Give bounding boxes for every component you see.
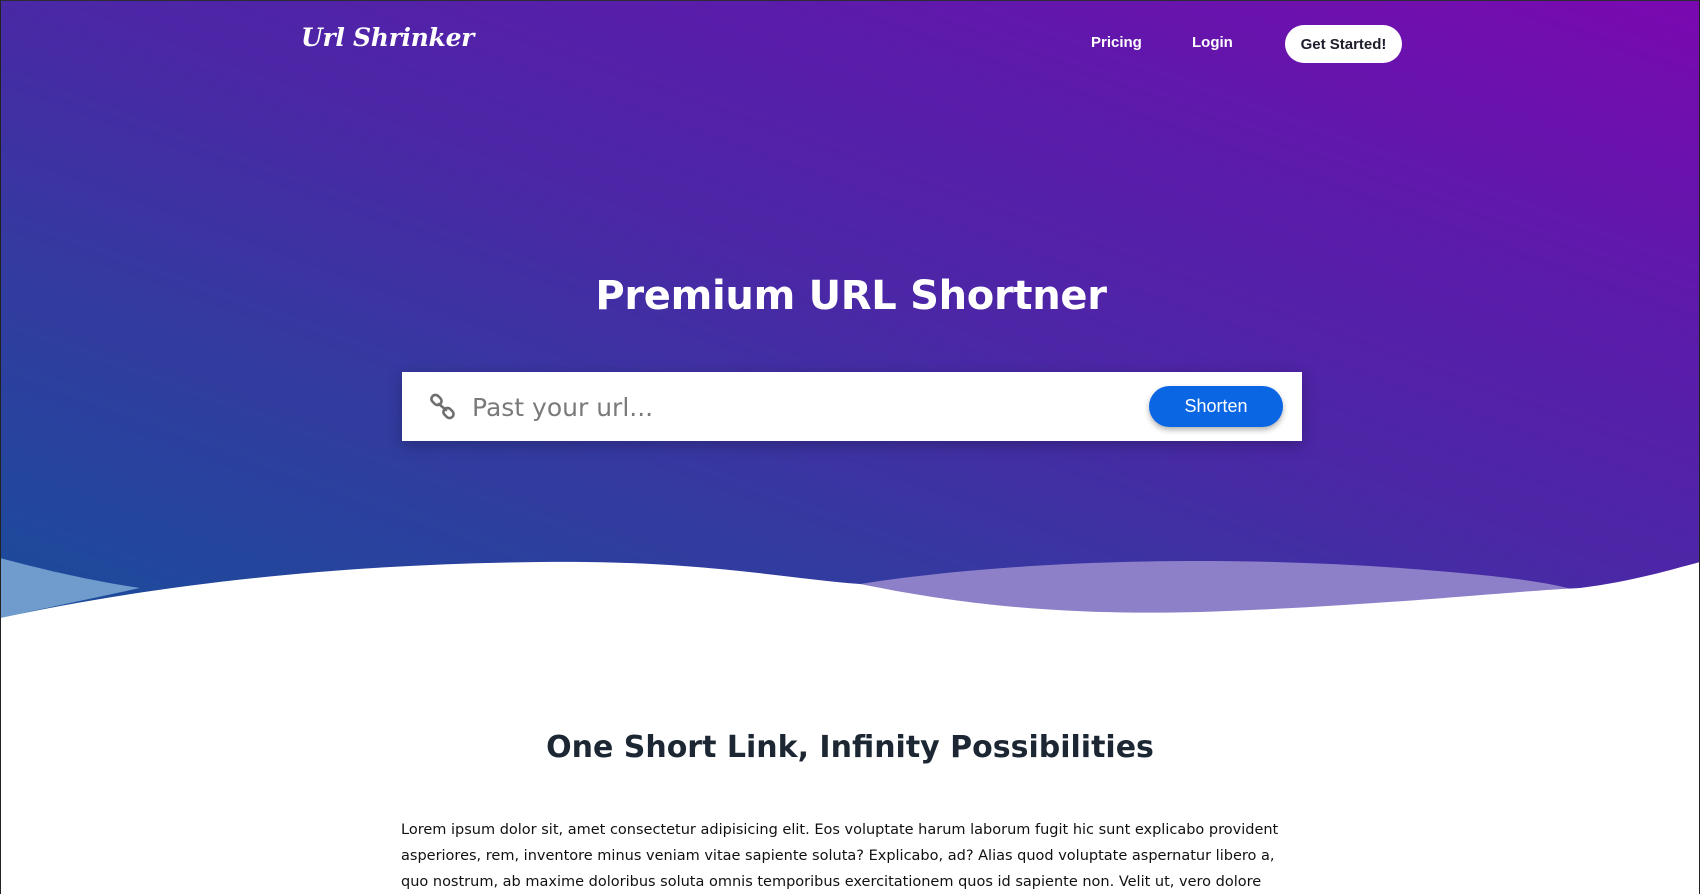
hero-section: Url Shrinker Pricing Login Get Started! …	[0, 0, 1700, 620]
get-started-button[interactable]: Get Started!	[1285, 25, 1402, 63]
hero-wave-divider	[0, 558, 1700, 650]
nav-link-login[interactable]: Login	[1192, 34, 1233, 51]
shorten-button[interactable]: Shorten	[1149, 386, 1283, 427]
navbar: Url Shrinker Pricing Login Get Started!	[1, 1, 1700, 87]
url-input[interactable]	[470, 382, 1130, 432]
section-title: One Short Link, Infinity Possibilities	[546, 730, 1154, 765]
url-search-bar: Shorten	[402, 372, 1302, 441]
hero-title: Premium URL Shortner	[595, 273, 1107, 319]
link-icon	[428, 392, 458, 422]
brand-logo[interactable]: Url Shrinker	[301, 23, 474, 52]
nav-link-pricing[interactable]: Pricing	[1091, 34, 1142, 51]
section-body-text: Lorem ipsum dolor sit, amet consectetur …	[401, 822, 1279, 890]
page: Url Shrinker Pricing Login Get Started! …	[0, 0, 1700, 894]
